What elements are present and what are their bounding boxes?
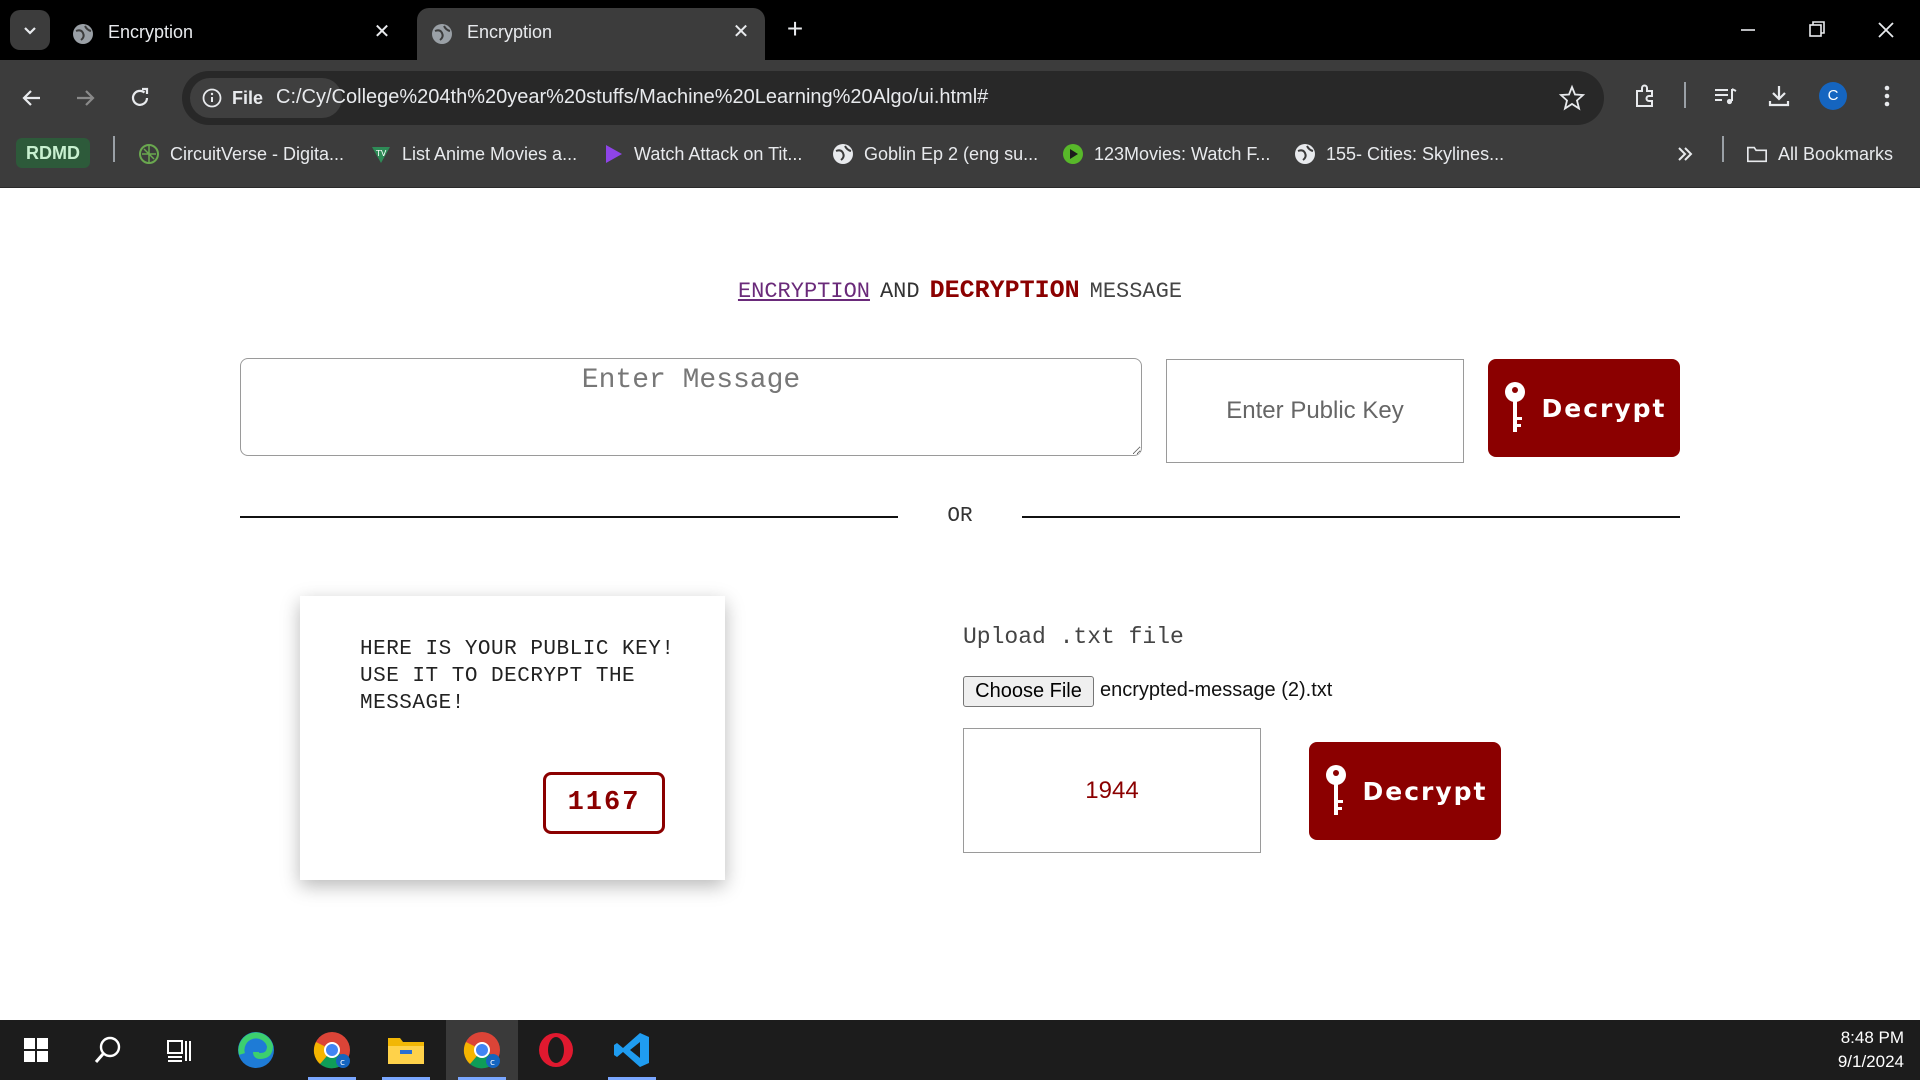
- tab-title: Encryption: [467, 22, 553, 42]
- arrow-right-icon: [77, 90, 95, 106]
- folder-icon: [1746, 143, 1768, 165]
- public-key-value: 1167: [543, 772, 665, 834]
- heading-decryption: DECRYPTION: [929, 276, 1080, 305]
- reload-icon: [131, 87, 149, 106]
- back-button[interactable]: [12, 78, 52, 118]
- tab-search-button[interactable]: [10, 10, 50, 50]
- bookmark-rdmd[interactable]: RDMD: [16, 138, 90, 168]
- windows-taskbar: c c 8:48 PM 9/1/2024: [0, 1020, 1920, 1080]
- bookmark-circuitverse[interactable]: CircuitVerse - Digita...: [138, 136, 344, 172]
- scheme-label: File: [232, 87, 264, 108]
- tv-icon: TV: [370, 143, 392, 165]
- decrypt-button-label: Decrypt: [1362, 776, 1488, 806]
- all-bookmarks-button[interactable]: All Bookmarks: [1746, 136, 1893, 172]
- tab-strip: Encryption ✕ Encryption ✕ +: [0, 0, 1920, 60]
- info-icon: [202, 88, 222, 108]
- play-circle-icon: [1062, 143, 1084, 165]
- public-key-card: HERE IS YOUR PUBLIC KEY! USE IT TO DECRY…: [300, 596, 725, 880]
- opera-icon[interactable]: [520, 1020, 592, 1080]
- public-key-instructions: HERE IS YOUR PUBLIC KEY! USE IT TO DECRY…: [360, 638, 675, 715]
- bookmark-cities-skylines[interactable]: 155- Cities: Skylines...: [1294, 136, 1504, 172]
- vscode-icon[interactable]: [596, 1020, 668, 1080]
- chrome-icon-active[interactable]: c: [446, 1020, 518, 1080]
- svg-text:c: c: [340, 1058, 345, 1068]
- heading-message: MESSAGE: [1089, 279, 1183, 304]
- divider-line-right: [1022, 516, 1680, 518]
- chrome-icon[interactable]: c: [296, 1020, 368, 1080]
- search-icon[interactable]: [72, 1020, 144, 1080]
- globe-icon: [832, 143, 854, 165]
- bookmark-label: 123Movies: Watch F...: [1094, 143, 1271, 164]
- or-divider-text: OR: [947, 505, 973, 528]
- profile-avatar[interactable]: C: [1819, 82, 1847, 110]
- bookmark-divider: [113, 136, 115, 162]
- upload-decrypt-button[interactable]: Decrypt: [1309, 742, 1501, 840]
- tab-encryption-1[interactable]: Encryption ✕: [58, 8, 406, 60]
- all-bookmarks-label: All Bookmarks: [1778, 143, 1894, 164]
- chevron-down-icon: [24, 27, 36, 35]
- window-close-icon[interactable]: [1866, 12, 1906, 48]
- bookmark-goblin[interactable]: Goblin Ep 2 (eng su...: [832, 136, 1038, 172]
- file-explorer-icon[interactable]: [370, 1020, 442, 1080]
- decrypt-button-label: Decrypt: [1541, 393, 1667, 423]
- toolbar-divider: [1684, 82, 1686, 108]
- task-view-icon[interactable]: [144, 1020, 216, 1080]
- arrow-left-icon: [22, 90, 40, 106]
- bookmarks-overflow-button[interactable]: [1676, 136, 1694, 172]
- bookmark-divider: [1722, 136, 1724, 162]
- selected-file-name: encrypted-message (2).txt: [1100, 679, 1333, 701]
- close-icon[interactable]: ✕: [370, 20, 394, 44]
- windows-start-icon[interactable]: [0, 1020, 72, 1080]
- globe-icon: [73, 24, 93, 44]
- url-text[interactable]: C:/Cy/College%204th%20year%20stuffs/Mach…: [276, 86, 988, 109]
- message-input[interactable]: [240, 358, 1142, 456]
- media-controls-icon[interactable]: [1708, 79, 1742, 113]
- globe-icon: [1294, 143, 1316, 165]
- extensions-icon[interactable]: [1628, 79, 1662, 113]
- key-icon: [1504, 382, 1525, 432]
- svg-text:TV: TV: [375, 149, 387, 158]
- clock-date: 9/1/2024: [1837, 1052, 1904, 1071]
- upload-label: Upload .txt file: [963, 624, 1184, 650]
- new-tab-button[interactable]: +: [780, 14, 810, 44]
- upload-key-field[interactable]: 1944: [963, 728, 1261, 853]
- reload-button[interactable]: [120, 78, 160, 118]
- globe-icon: [432, 24, 452, 44]
- svg-text:c: c: [490, 1058, 495, 1068]
- double-chevron-right-icon: [1678, 147, 1693, 161]
- address-bar[interactable]: File C:/Cy/College%204th%20year%20stuffs…: [182, 71, 1604, 125]
- bookmark-123movies[interactable]: 123Movies: Watch F...: [1062, 136, 1270, 172]
- bookmark-label: 155- Cities: Skylines...: [1326, 143, 1505, 164]
- play-triangle-icon: [602, 143, 624, 165]
- bookmark-label: List Anime Movies a...: [402, 143, 578, 164]
- bookmark-list-anime[interactable]: TV List Anime Movies a...: [370, 136, 577, 172]
- tab-title: Encryption: [108, 22, 194, 42]
- heading-and: AND: [879, 279, 920, 304]
- system-clock[interactable]: 8:48 PM 9/1/2024: [1838, 1026, 1904, 1074]
- choose-file-button[interactable]: Choose File: [963, 676, 1094, 707]
- page-heading: ENCRYPTION AND DECRYPTION MESSAGE: [0, 276, 1920, 305]
- forward-button[interactable]: [65, 78, 105, 118]
- bookmark-label: Goblin Ep 2 (eng su...: [864, 143, 1039, 164]
- bookmark-attack-on-titan[interactable]: Watch Attack on Tit...: [602, 136, 802, 172]
- bookmark-label: CircuitVerse - Digita...: [170, 143, 345, 164]
- edge-icon[interactable]: [220, 1020, 292, 1080]
- public-key-input[interactable]: [1166, 359, 1464, 463]
- bookmark-label: Watch Attack on Tit...: [634, 143, 803, 164]
- tab-encryption-2[interactable]: Encryption ✕: [417, 8, 765, 60]
- restore-icon[interactable]: [1796, 12, 1836, 48]
- heading-encryption-link[interactable]: ENCRYPTION: [738, 279, 870, 304]
- kebab-menu-icon[interactable]: [1870, 79, 1904, 113]
- bookmark-star-icon[interactable]: [1558, 84, 1586, 112]
- download-icon[interactable]: [1762, 79, 1796, 113]
- browser-toolbar: File C:/Cy/College%204th%20year%20stuffs…: [0, 60, 1920, 188]
- close-icon[interactable]: ✕: [729, 20, 753, 44]
- minimize-icon[interactable]: [1728, 12, 1768, 48]
- decrypt-button[interactable]: Decrypt: [1488, 359, 1680, 457]
- divider-line-left: [240, 516, 898, 518]
- circuitverse-icon: [138, 143, 160, 165]
- clock-time: 8:48 PM: [1840, 1028, 1904, 1047]
- key-icon: [1325, 765, 1346, 815]
